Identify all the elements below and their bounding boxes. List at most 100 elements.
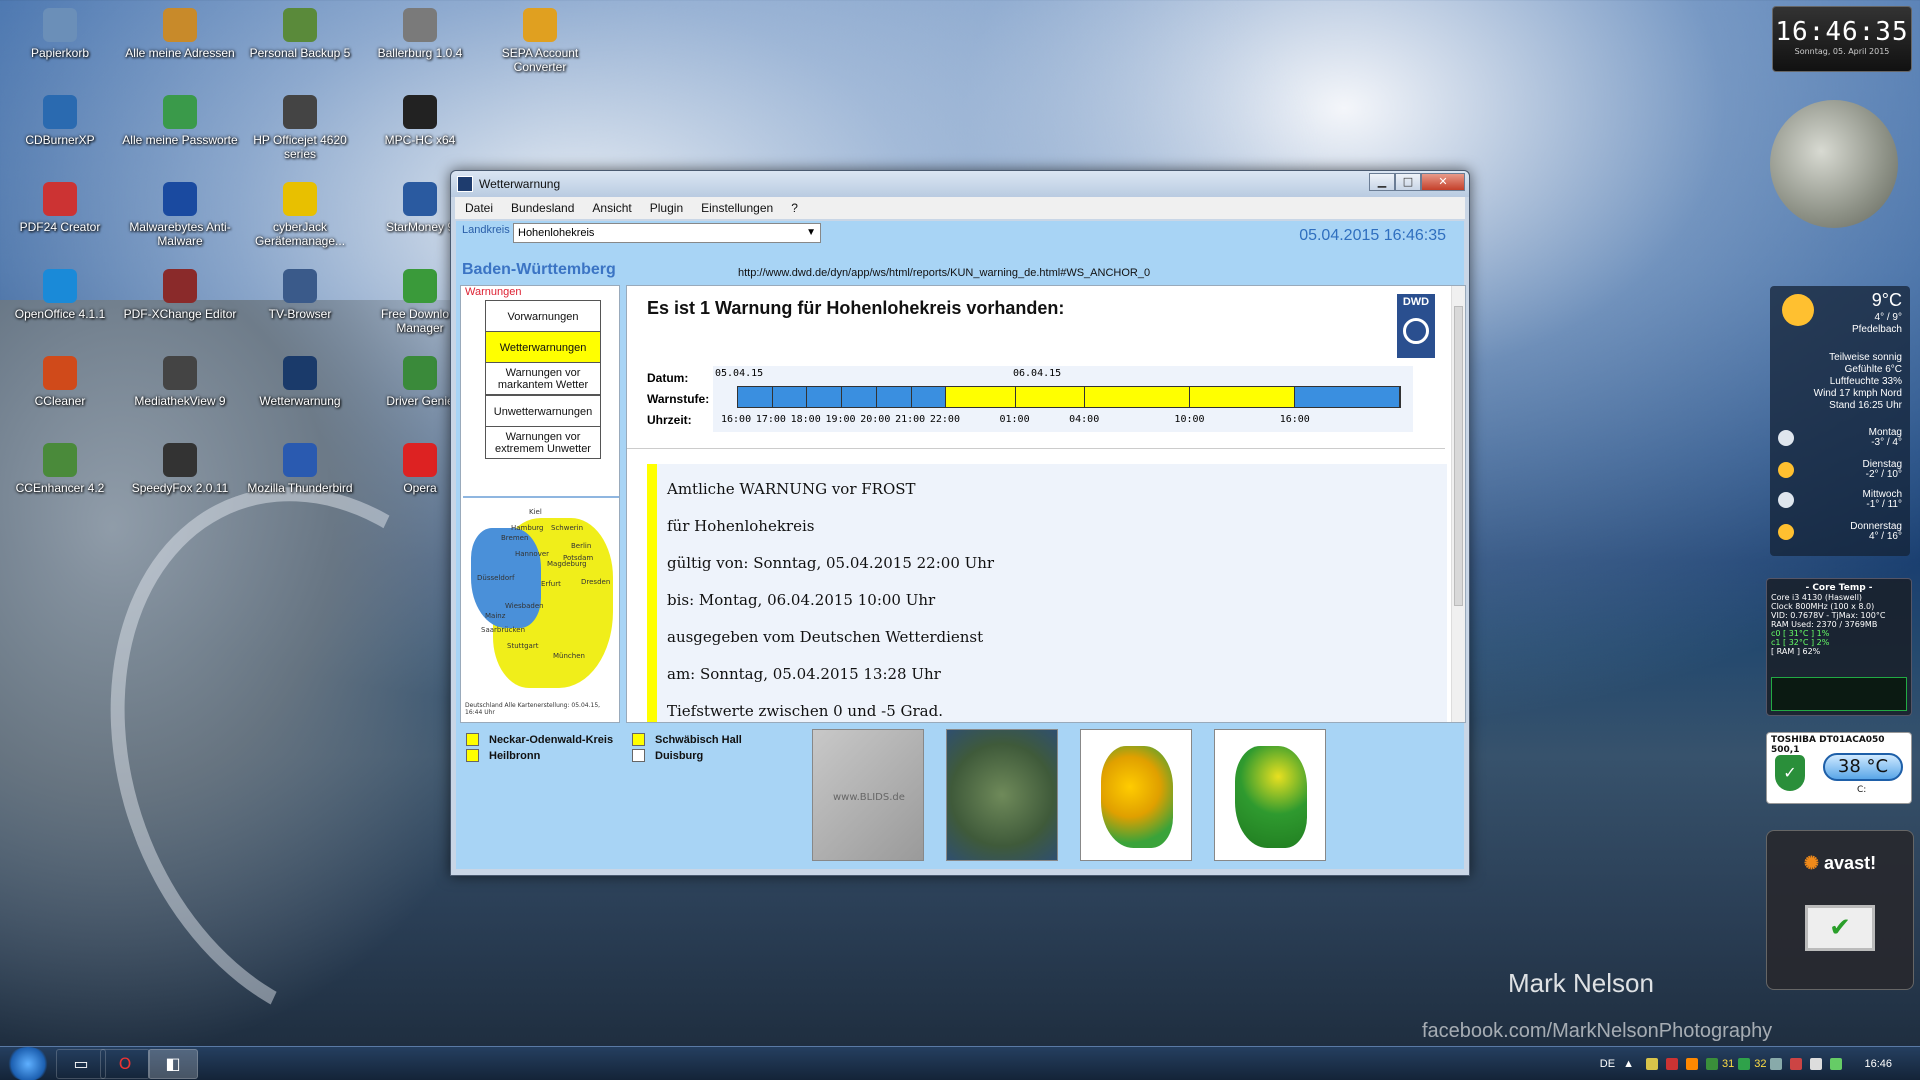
network-icon[interactable] [1770, 1058, 1783, 1070]
desktop-icon[interactable]: HP Officejet 4620 series [240, 95, 360, 161]
satellite-map-thumbnail[interactable] [946, 729, 1058, 861]
desktop-icon[interactable]: MPC-HC x64 [360, 95, 480, 147]
show-hidden-icons[interactable]: ▲ [1623, 1058, 1634, 1070]
desktop-icon[interactable]: TV-Browser [240, 269, 360, 321]
desktop-icon[interactable]: Alle meine Passworte [120, 95, 240, 147]
map-city-label: Saarbrücken [481, 626, 526, 634]
backup-icon [283, 8, 317, 42]
nav-extremes-unwetter[interactable]: Warnungen vor extremem Unwetter [485, 426, 601, 459]
warning-level-segment [1015, 387, 1086, 407]
temperature-map-thumbnail[interactable] [1080, 729, 1192, 861]
maximize-button[interactable]: □ [1395, 173, 1421, 191]
desktop-icon[interactable]: SpeedyFox 2.0.11 [120, 443, 240, 495]
nav-vorwarnungen[interactable]: Vorwarnungen [485, 300, 601, 333]
desktop-icon[interactable]: PDF24 Creator [0, 182, 120, 234]
desktop-icon[interactable]: Malwarebytes Anti-Malware [120, 182, 240, 248]
menu-ansicht[interactable]: Ansicht [592, 201, 631, 215]
nav-wetterwarnungen[interactable]: Wetterwarnungen [485, 331, 601, 364]
nav-markantes-wetter[interactable]: Warnungen vor markantem Wetter [485, 362, 601, 395]
warning-issuer: ausgegeben vom Deutschen Wetterdienst [667, 628, 984, 646]
landkreis-select[interactable]: Hohenlohekreis ▼ [513, 223, 821, 243]
wetterwarnung-window[interactable]: Wetterwarnung ▁ □ ✕ Datei Bundesland Ans… [450, 170, 1470, 876]
desktop-icon-label: Personal Backup 5 [249, 46, 351, 60]
desktop-icon-label: Malwarebytes Anti-Malware [129, 220, 231, 248]
precipitation-map-thumbnail[interactable] [1214, 729, 1326, 861]
germany-warning-map[interactable]: Kiel Hamburg Schwerin Bremen Hannover Be… [463, 496, 619, 720]
menu-einstellungen[interactable]: Einstellungen [701, 201, 773, 215]
precipitation-map-shape [1235, 746, 1307, 848]
desktop-icon[interactable]: MediathekView 9 [120, 356, 240, 408]
desktop-icon[interactable]: PDF-XChange Editor [120, 269, 240, 321]
volume-icon[interactable] [1810, 1058, 1823, 1070]
map-city-label: München [553, 652, 585, 660]
timeline-time: 18:00 [790, 414, 821, 425]
legend-item[interactable]: Neckar-Odenwald-Kreis [466, 733, 613, 746]
weather-condition-line: Teilweise sonnig [1829, 352, 1902, 363]
desktop-icon-label: Opera [403, 481, 437, 495]
map-city-label: Schwerin [551, 524, 584, 532]
language-indicator[interactable]: DE [1600, 1058, 1615, 1070]
legend-item[interactable]: Heilbronn [466, 749, 540, 762]
ccenhancer-icon [43, 443, 77, 477]
menu-bundesland[interactable]: Bundesland [511, 201, 574, 215]
legend-item[interactable]: Duisburg [632, 749, 703, 762]
tray-app-icon[interactable] [1738, 1058, 1751, 1070]
desktop-icon[interactable]: Mozilla Thunderbird [240, 443, 360, 495]
opera-icon[interactable]: O [100, 1049, 150, 1079]
legend-item[interactable]: Schwäbisch Hall [632, 733, 742, 746]
desktop-icon[interactable]: Wetterwarnung [240, 356, 360, 408]
download-manager-icon [403, 269, 437, 303]
clock-time: 16:46:35 [1775, 17, 1909, 47]
warning-valid-from: gültig von: Sonntag, 05.04.2015 22:00 Uh… [667, 554, 995, 572]
menu-plugin[interactable]: Plugin [650, 201, 683, 215]
map-city-label: Mainz [485, 612, 506, 620]
desktop-icon[interactable]: Papierkorb [0, 8, 120, 60]
taskbar-clock[interactable]: 16:46 [1864, 1058, 1892, 1070]
desktop-icon[interactable]: OpenOffice 4.1.1 [0, 269, 120, 321]
start-button[interactable] [6, 1047, 50, 1080]
desktop-icon[interactable]: CCEnhancer 4.2 [0, 443, 120, 495]
avast-gadget[interactable]: ✺ avast! ✔ [1766, 830, 1914, 990]
hdd-temp: 38 °C [1823, 753, 1903, 781]
landkreis-value: Hohenlohekreis [518, 227, 595, 239]
client-area: Landkreis Hohenlohekreis ▼ 05.04.2015 16… [456, 221, 1466, 869]
explorer-icon[interactable]: ▭ [56, 1049, 106, 1079]
tray-app-icon[interactable] [1665, 1058, 1678, 1070]
desktop-icon[interactable]: CDBurnerXP [0, 95, 120, 147]
mediathek-icon [163, 356, 197, 390]
desktop-icon[interactable]: Personal Backup 5 [240, 8, 360, 60]
address-book-icon [163, 8, 197, 42]
weather-gadget: 9°C 4° / 9° Pfedelbach Teilweise sonnig … [1770, 286, 1910, 556]
thumbnail-watermark: www.BLIDS.de [833, 792, 905, 803]
nav-unwetterwarnungen[interactable]: Unwetterwarnungen [485, 395, 601, 428]
tray-app-icon[interactable] [1685, 1058, 1698, 1070]
menu-datei[interactable]: Datei [465, 201, 493, 215]
wetterwarnung-icon[interactable]: ◧ [148, 1049, 198, 1079]
menu-help[interactable]: ? [791, 201, 798, 215]
recycle-bin-icon [43, 8, 77, 42]
thunderbird-icon [283, 443, 317, 477]
hdd-drive: C: [1857, 785, 1867, 795]
scrollbar-thumb[interactable] [1454, 306, 1463, 606]
close-button[interactable]: ✕ [1421, 173, 1465, 191]
minimize-button[interactable]: ▁ [1369, 173, 1395, 191]
tray-app-icon[interactable] [1705, 1058, 1718, 1070]
battery-icon[interactable] [1830, 1058, 1843, 1070]
tray-app-icon[interactable] [1645, 1058, 1658, 1070]
desktop-icon[interactable]: SEPA Account Converter [480, 8, 600, 74]
tray-number: 31 [1721, 1058, 1735, 1070]
title-bar[interactable]: Wetterwarnung ▁ □ ✕ [451, 171, 1469, 197]
content-scrollbar[interactable] [1451, 286, 1465, 722]
landkreis-label: Landkreis [462, 224, 510, 236]
chevron-down-icon[interactable]: ▼ [806, 224, 816, 242]
forecast-day-range: 4° / 16° [1868, 531, 1902, 542]
desktop-icon[interactable]: Ballerburg 1.0.4 [360, 8, 480, 60]
legend-label: Neckar-Odenwald-Kreis [489, 733, 614, 746]
desktop-icon[interactable]: Alle meine Adressen [120, 8, 240, 60]
desktop-icon[interactable]: CCleaner [0, 356, 120, 408]
desktop-icon[interactable]: cyberJack Gerätemanage... [240, 182, 360, 248]
flag-icon[interactable] [1790, 1058, 1803, 1070]
timeline-labels: Datum: Warnstufe: Uhrzeit: [647, 368, 709, 431]
blitz-map-thumbnail[interactable]: www.BLIDS.de [812, 729, 924, 861]
map-city-label: Stuttgart [507, 642, 539, 650]
